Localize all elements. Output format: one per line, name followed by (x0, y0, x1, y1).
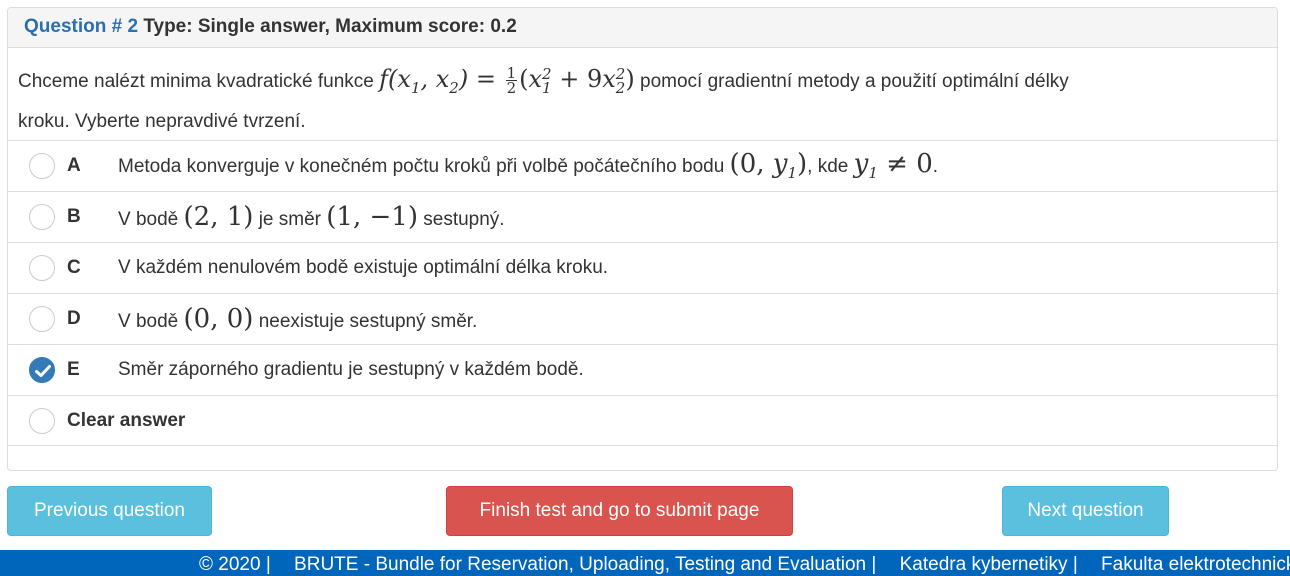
option-a-period: . (932, 156, 939, 178)
option-d-text-2: neexistuje sestupný směr. (258, 311, 478, 332)
option-letter: D (67, 308, 81, 329)
option-text: Metoda konverguje v konečném počtu kroků… (118, 149, 938, 182)
question-header: Question # 2 Type: Single answer, Maximu… (8, 8, 1277, 48)
next-question-button[interactable]: Next question (1002, 486, 1169, 536)
option-c[interactable]: C V každém nenulovém bodě existuje optim… (8, 242, 1277, 294)
footer-faculty-link[interactable]: Fakulta elektrotechnická (1101, 554, 1290, 575)
option-letter: C (67, 257, 81, 278)
option-b-text-3: sestupný. (423, 209, 505, 230)
option-e-text: Směr záporného gradientu je sestupný v k… (118, 359, 584, 380)
footer-dept-link[interactable]: Katedra kybernetiky | (900, 554, 1078, 575)
footer: © 2020 | BRUTE - Bundle for Reservation,… (0, 550, 1290, 576)
option-b-formula-1: (2, 1) (183, 202, 254, 232)
checkmark-icon (35, 365, 51, 377)
option-a-formula-1: (0, y1) (729, 149, 808, 183)
option-a-text: Metoda konverguje v konečném počtu kroků… (118, 156, 725, 178)
radio-c[interactable] (29, 255, 55, 281)
option-e[interactable]: E Směr záporného gradientu je sestupný v… (8, 344, 1277, 396)
question-text: Chceme nalézt minima kvadratické funkce … (8, 48, 1277, 142)
option-text: V bodě (0, 0) neexistuje sestupný směr. (118, 304, 477, 334)
option-c-text: V každém nenulovém bodě existuje optimál… (118, 257, 609, 278)
option-text: V bodě (2, 1) je směr (1, −1) sestupný. (118, 202, 505, 232)
question-formula: f(x1, x2) = 1 2 (x 2 1 + 9x 2 2) (379, 64, 635, 97)
option-a-formula-2: y1 ≠ 0 (853, 149, 933, 183)
option-a-text-2: , kde (807, 156, 849, 178)
question-number: Question # 2 (24, 16, 139, 37)
question-text-after-1: pomocí gradientní metody a použití optim… (640, 71, 1069, 92)
radio-clear[interactable] (29, 407, 55, 434)
option-b-text-2: je směr (258, 209, 321, 230)
option-a[interactable]: A Metoda konverguje v konečném počtu kro… (8, 140, 1277, 192)
option-d-text-1: V bodě (118, 311, 179, 332)
option-letter: A (67, 155, 81, 176)
answer-options: A Metoda konverguje v konečném počtu kro… (8, 140, 1277, 446)
finish-test-button[interactable]: Finish test and go to submit page (446, 486, 793, 536)
question-text-after-2: kroku. Vyberte nepravdivé tvrzení. (18, 110, 306, 132)
option-d[interactable]: D V bodě (0, 0) neexistuje sestupný směr… (8, 293, 1277, 345)
footer-brute-link[interactable]: BRUTE - Bundle for Reservation, Uploadin… (294, 554, 876, 575)
option-letter: E (67, 359, 80, 380)
option-b-text-1: V bodě (118, 209, 179, 230)
footer-copyright: © 2020 | (199, 554, 271, 575)
radio-b[interactable] (29, 204, 55, 230)
option-b[interactable]: B V bodě (2, 1) je směr (1, −1) sestupný… (8, 191, 1277, 243)
question-type: Type: Single answer, Maximum score: 0.2 (143, 16, 517, 37)
option-d-formula: (0, 0) (183, 304, 254, 334)
radio-d[interactable] (29, 306, 55, 332)
option-letter: B (67, 206, 81, 227)
radio-e-checked[interactable] (29, 357, 55, 383)
previous-question-button[interactable]: Previous question (7, 486, 212, 536)
clear-answer-option[interactable]: Clear answer (8, 395, 1277, 446)
option-b-formula-2: (1, −1) (326, 202, 418, 232)
radio-a[interactable] (29, 153, 55, 179)
question-text-before: Chceme nalézt minima kvadratické funkce (18, 71, 374, 92)
question-panel: Question # 2 Type: Single answer, Maximu… (7, 7, 1278, 471)
clear-answer-label: Clear answer (67, 409, 186, 431)
